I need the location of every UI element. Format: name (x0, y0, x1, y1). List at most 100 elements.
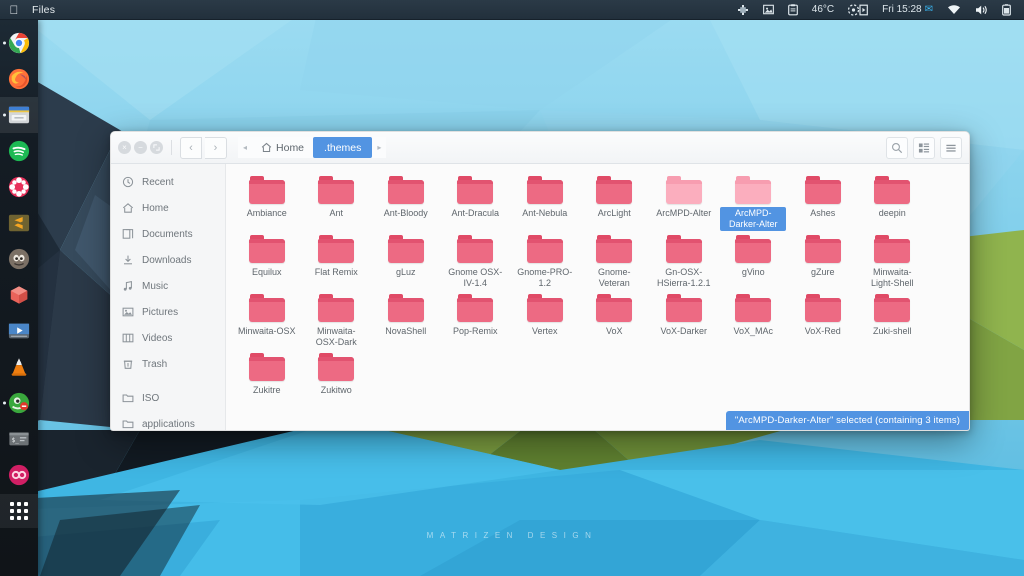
menu-button[interactable] (940, 136, 962, 159)
folder-label: Ant-Bloody (383, 208, 428, 218)
folder-item[interactable]: Ant-Bloody (371, 172, 441, 231)
breadcrumb-next-arrow[interactable]: ▸ (372, 137, 387, 158)
folder-item[interactable]: ArcMPD-Darker-Alter (719, 172, 789, 231)
clipboard-icon[interactable] (781, 0, 805, 20)
search-icon (892, 142, 903, 153)
folder-item[interactable]: Equilux (232, 231, 302, 290)
files-icon (8, 106, 30, 124)
folder-item[interactable]: Ambiance (232, 172, 302, 231)
folder-icon (804, 235, 841, 263)
maximize-button[interactable] (150, 141, 163, 154)
folder-item[interactable]: VoX (580, 290, 650, 349)
folder-icon (665, 294, 702, 322)
dock-item-gimp[interactable] (0, 241, 38, 277)
dock-item-video-player[interactable] (0, 313, 38, 349)
mail-icon[interactable]: ✉ (925, 4, 933, 15)
dock-item-terminal[interactable]: $_ (0, 421, 38, 457)
dock-item-vlc[interactable] (0, 349, 38, 385)
sidebar-item-music[interactable]: Music (111, 273, 225, 299)
folder-item[interactable]: gVino (719, 231, 789, 290)
sidebar-item-home[interactable]: Home (111, 195, 225, 221)
screenshot-icon[interactable] (756, 0, 781, 20)
maximize-icon (153, 144, 160, 151)
clock-label: Fri 15:28 (882, 4, 922, 15)
search-button[interactable] (886, 136, 908, 159)
temperature-indicator[interactable]: 46°C (805, 0, 841, 20)
folder-icon (457, 176, 494, 204)
folder-item[interactable]: Minwaita-OSX (232, 290, 302, 349)
minimize-button[interactable]: − (134, 141, 147, 154)
folder-item[interactable]: NovaShell (371, 290, 441, 349)
folder-item[interactable]: gLuz (371, 231, 441, 290)
folder-item[interactable]: Pop-Remix (441, 290, 511, 349)
folder-item[interactable]: gZure (788, 231, 858, 290)
folder-item[interactable]: Zukitre (232, 349, 302, 397)
folder-item[interactable]: Ant (302, 172, 372, 231)
folder-item[interactable]: Gnome-Veteran (580, 231, 650, 290)
dock-item-oo-app[interactable] (0, 457, 38, 493)
folder-label: gZure (810, 267, 835, 277)
file-list-view[interactable]: Ambiance Ant Ant-Bloody Ant-Dracula Ant-Nebu… (226, 164, 969, 430)
dock-item-firefox[interactable] (0, 61, 38, 97)
forward-button[interactable]: › (205, 136, 227, 159)
dock-item-sublime-text[interactable] (0, 205, 38, 241)
battery-icon[interactable] (995, 0, 1018, 20)
folder-icon (318, 235, 355, 263)
folder-item[interactable]: ArcMPD-Alter (649, 172, 719, 231)
show-applications-button[interactable] (0, 493, 38, 529)
close-button[interactable]: × (118, 141, 131, 154)
view-options-button[interactable] (913, 136, 935, 159)
folder-item[interactable]: Minwaita-Light-Shell (858, 231, 928, 290)
folder-label: Gnome-Veteran (597, 267, 631, 288)
dock-item-virtualbox[interactable] (0, 277, 38, 313)
sidebar-item-pictures[interactable]: Pictures (111, 299, 225, 325)
sidebar-item-applications[interactable]: applications (111, 411, 225, 430)
volume-icon[interactable] (968, 0, 995, 20)
places-sidebar: Recent Home Documents Downloads Music Pi… (111, 164, 226, 430)
folder-item[interactable]: Vertex (510, 290, 580, 349)
dock-item-spotify[interactable] (0, 133, 38, 169)
dock-item-steam[interactable] (0, 385, 38, 421)
back-button[interactable]: ‹ (180, 136, 202, 159)
dock-item-chrome[interactable] (0, 25, 38, 61)
system-monitor-icon[interactable] (730, 0, 756, 20)
folder-item[interactable]: Gnome-PRO-1.2 (510, 231, 580, 290)
breadcrumb-item-home[interactable]: Home (252, 137, 314, 158)
vlc-cone-icon (11, 358, 27, 376)
sidebar-item-downloads[interactable]: Downloads (111, 247, 225, 273)
folder-label: NovaShell (385, 326, 427, 336)
apple-logo-icon[interactable]:  (0, 4, 28, 16)
folder-item[interactable]: Ashes (788, 172, 858, 231)
clock-indicator[interactable]: Fri 15:28 ✉ (875, 0, 940, 20)
sidebar-item-trash[interactable]: Trash (111, 351, 225, 377)
sidebar-item-videos[interactable]: Videos (111, 325, 225, 351)
dock-item-files[interactable] (0, 97, 38, 133)
folder-label: Minwaita-OSX-Dark (315, 326, 357, 347)
folder-item[interactable]: Ant-Nebula (510, 172, 580, 231)
folder-item[interactable]: Gn-OSX-HSierra-1.2.1 (649, 231, 719, 290)
sidebar-item-iso[interactable]: ISO (111, 385, 225, 411)
folder-item[interactable]: VoX-Red (788, 290, 858, 349)
folder-item[interactable]: Flat Remix (302, 231, 372, 290)
header-separator (171, 140, 172, 155)
folder-item[interactable]: VoX-Darker (649, 290, 719, 349)
breadcrumb-item-themes[interactable]: .themes (313, 137, 373, 158)
folder-item[interactable]: VoX_MAc (719, 290, 789, 349)
dock-item-fedora[interactable] (0, 169, 38, 205)
folder-item[interactable]: Gnome OSX-IV-1.4 (441, 231, 511, 290)
folder-item[interactable]: Zuki-shell (858, 290, 928, 349)
app-grid-icon (0, 494, 38, 528)
sidebar-item-documents[interactable]: Documents (111, 221, 225, 247)
folder-label: ArcLight (597, 208, 631, 218)
folder-item[interactable]: Minwaita-OSX-Dark (302, 290, 372, 349)
wifi-icon[interactable] (940, 0, 968, 20)
folder-item[interactable]: ArcLight (580, 172, 650, 231)
folder-item[interactable]: Zukitwo (302, 349, 372, 397)
folder-item[interactable]: Ant-Dracula (441, 172, 511, 231)
breadcrumb-prev-arrow[interactable]: ◂ (238, 137, 253, 158)
sidebar-item-recent[interactable]: Recent (111, 169, 225, 195)
sidebar-label: Music (142, 280, 169, 292)
folder-item[interactable]: deepin (858, 172, 928, 231)
active-app-name[interactable]: Files (28, 4, 55, 16)
media-player-icon[interactable] (841, 0, 875, 20)
